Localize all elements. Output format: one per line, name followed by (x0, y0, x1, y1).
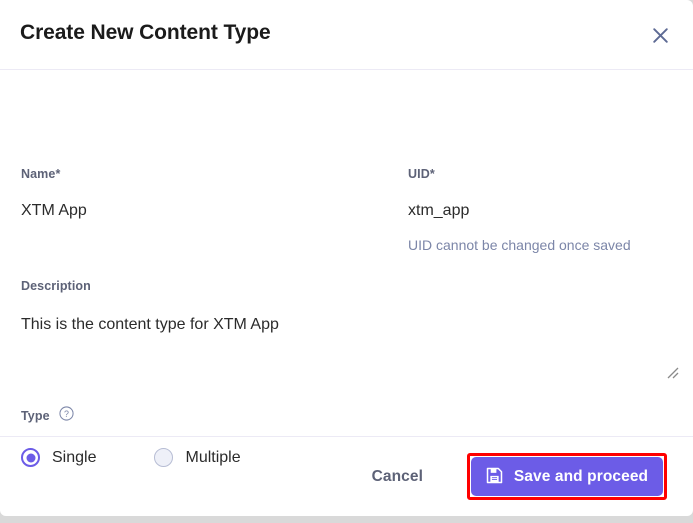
type-group-label: Type (21, 409, 50, 423)
help-circle-icon[interactable]: ? (59, 406, 74, 426)
resize-handle-icon[interactable] (665, 365, 679, 379)
uid-field-group: UID* xtm_app UID cannot be changed once … (408, 167, 673, 253)
create-content-type-dialog: Create New Content Type Name* XTM App UI… (0, 0, 693, 516)
close-icon (652, 27, 669, 44)
type-group-header: Type ? (21, 406, 241, 426)
svg-text:?: ? (64, 409, 69, 419)
save-and-proceed-button[interactable]: Save and proceed (471, 457, 663, 496)
close-button[interactable] (647, 22, 673, 48)
dialog-footer: Cancel Save and proceed (0, 436, 693, 516)
cancel-button[interactable]: Cancel (372, 468, 423, 486)
page-title: Create New Content Type (20, 21, 271, 44)
uid-field-label: UID* (408, 167, 435, 181)
description-field-label: Description (21, 279, 91, 293)
name-input[interactable]: XTM App (21, 202, 381, 220)
uid-field-hint: UID cannot be changed once saved (408, 237, 631, 253)
save-floppy-disk-icon (486, 467, 503, 487)
dialog-body: Name* XTM App UID* xtm_app UID cannot be… (0, 70, 693, 467)
name-field-group: Name* XTM App (21, 167, 381, 220)
name-field-label: Name* (21, 167, 61, 181)
dialog-header: Create New Content Type (0, 0, 693, 70)
description-textarea[interactable]: This is the content type for XTM App (21, 316, 671, 334)
save-button-highlight: Save and proceed (467, 453, 667, 500)
description-field-group: Description This is the content type for… (21, 279, 671, 334)
uid-input[interactable]: xtm_app (408, 202, 673, 220)
save-button-label: Save and proceed (513, 467, 649, 485)
